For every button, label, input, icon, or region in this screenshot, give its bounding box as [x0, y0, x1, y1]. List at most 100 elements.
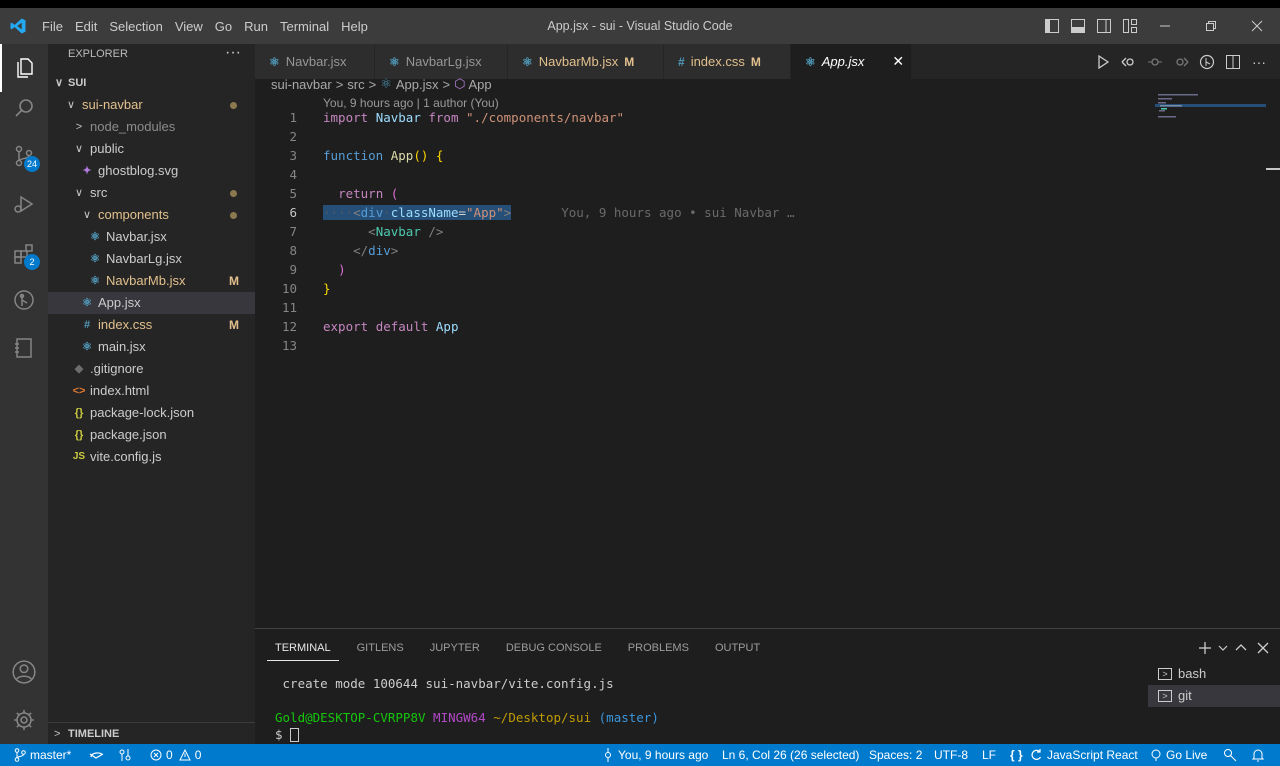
- tab-debug-console[interactable]: DEBUG CONSOLE: [498, 639, 610, 661]
- extensions-icon[interactable]: 2: [0, 230, 48, 278]
- breadcrumb-item[interactable]: sui-navbar: [271, 77, 332, 92]
- chevron-down-icon[interactable]: [1216, 637, 1230, 659]
- toggle-sidebar-icon[interactable]: [1040, 14, 1064, 38]
- split-editor-icon[interactable]: [1220, 49, 1246, 75]
- previous-revision-icon[interactable]: [1142, 49, 1168, 75]
- breadcrumb-item[interactable]: App.jsx: [396, 77, 439, 92]
- breadcrumb-item[interactable]: src: [347, 77, 364, 92]
- file-navbarmb-jsx[interactable]: ⚛ NavbarMb.jsx M: [48, 270, 255, 292]
- language-mode[interactable]: JavaScript React: [1030, 744, 1138, 766]
- file-vite-config-js[interactable]: JS vite.config.js: [48, 446, 255, 468]
- open-changes-icon[interactable]: [1116, 49, 1142, 75]
- blame-status[interactable]: You, 9 hours ago: [603, 744, 708, 766]
- tab-problems[interactable]: PROBLEMS: [620, 639, 697, 661]
- breadcrumb-item[interactable]: App: [468, 77, 491, 92]
- line-number: 11: [281, 300, 297, 315]
- close-panel-icon[interactable]: [1252, 637, 1274, 659]
- file-navbar-jsx[interactable]: ⚛ Navbar.jsx: [48, 226, 255, 248]
- editor-scrollbar[interactable]: [1266, 94, 1280, 628]
- extensions-badge: 2: [24, 254, 40, 270]
- menu-view[interactable]: View: [169, 19, 209, 34]
- remote-explorer-icon[interactable]: [0, 324, 48, 372]
- notifications-bell-icon[interactable]: [1251, 744, 1265, 766]
- new-terminal-icon[interactable]: [1194, 637, 1216, 659]
- file-app-jsx[interactable]: ⚛ App.jsx: [48, 292, 255, 314]
- file-tree: ∨ SUI ∨ sui-navbar > node_modules ∨ publ…: [48, 72, 255, 468]
- feedback-icon[interactable]: [1223, 744, 1237, 766]
- next-revision-icon[interactable]: [1168, 49, 1194, 75]
- settings-gear-icon[interactable]: [0, 696, 48, 744]
- file-navbarlg-jsx[interactable]: ⚛ NavbarLg.jsx: [48, 248, 255, 270]
- js-icon: JS: [72, 451, 86, 462]
- menu-file[interactable]: File: [36, 19, 69, 34]
- minimap[interactable]: [1155, 94, 1266, 118]
- braces-icon[interactable]: { }: [1010, 744, 1023, 766]
- run-file-icon[interactable]: [1090, 49, 1116, 75]
- maximize-panel-icon[interactable]: [1230, 637, 1252, 659]
- menu-terminal[interactable]: Terminal: [274, 19, 335, 34]
- close-tab-icon[interactable]: ✕: [892, 53, 904, 70]
- file-package-json[interactable]: {} package.json: [48, 424, 255, 446]
- menu-go[interactable]: Go: [209, 19, 238, 34]
- cursor-position[interactable]: Ln 6, Col 26 (26 selected): [722, 744, 859, 766]
- search-icon[interactable]: [0, 84, 48, 132]
- menu-run[interactable]: Run: [238, 19, 274, 34]
- react-icon: ⚛: [90, 231, 100, 243]
- source-control-icon[interactable]: 24: [0, 132, 48, 180]
- timeline-section[interactable]: > TIMELINE: [48, 722, 255, 744]
- file-main-jsx[interactable]: ⚛ main.jsx: [48, 336, 255, 358]
- more-actions-icon[interactable]: ···: [1246, 49, 1272, 75]
- folder-public[interactable]: ∨ public: [48, 138, 255, 160]
- encoding[interactable]: UTF-8: [934, 744, 968, 766]
- git-branch-icon: [14, 748, 26, 762]
- tab-terminal[interactable]: TERMINAL: [267, 639, 339, 661]
- gitlens-icon[interactable]: [0, 276, 48, 324]
- folder-src[interactable]: ∨ src: [48, 182, 255, 204]
- menu-edit[interactable]: Edit: [69, 19, 103, 34]
- tab-gitlens[interactable]: GITLENS: [349, 639, 412, 661]
- menu-selection[interactable]: Selection: [103, 19, 168, 34]
- customize-layout-icon[interactable]: [1118, 14, 1142, 38]
- react-icon: ⚛: [389, 54, 400, 69]
- tab-output[interactable]: OUTPUT: [707, 639, 768, 661]
- tab-jupyter[interactable]: JUPYTER: [422, 639, 488, 661]
- folder-sui-navbar[interactable]: ∨ sui-navbar: [48, 94, 255, 116]
- file-ghostblog-svg[interactable]: ✦ ghostblog.svg: [48, 160, 255, 182]
- live-share-icon[interactable]: [118, 744, 132, 766]
- codelens-blame[interactable]: You, 9 hours ago | 1 author (You): [323, 96, 499, 110]
- menu-help[interactable]: Help: [335, 19, 374, 34]
- go-live-button[interactable]: Go Live: [1150, 744, 1207, 766]
- react-icon: ⚛: [90, 275, 100, 287]
- minimize-icon[interactable]: [1142, 8, 1188, 44]
- run-debug-icon[interactable]: [0, 180, 48, 228]
- tab-navbarmb-jsx[interactable]: ⚛ NavbarMb.jsx M: [508, 44, 664, 79]
- indentation[interactable]: Spaces: 2: [869, 744, 922, 766]
- folder-node-modules[interactable]: > node_modules: [48, 116, 255, 138]
- folder-components[interactable]: ∨ components: [48, 204, 255, 226]
- chevron-down-icon: ∨: [66, 99, 76, 111]
- gitlens-inspect-icon[interactable]: [1194, 49, 1220, 75]
- branch-indicator[interactable]: master*: [14, 744, 71, 766]
- toggle-secondary-sidebar-icon[interactable]: [1092, 14, 1116, 38]
- sync-icon[interactable]: [89, 744, 105, 766]
- terminal-session-bash[interactable]: > bash: [1148, 663, 1280, 685]
- line-number: 10: [281, 281, 297, 296]
- workspace-root[interactable]: ∨ SUI: [48, 72, 255, 94]
- tab-index-css[interactable]: # index.css M: [664, 44, 791, 79]
- restore-icon[interactable]: [1188, 8, 1234, 44]
- file-gitignore[interactable]: ◆ .gitignore: [48, 358, 255, 380]
- file-index-html[interactable]: <> index.html: [48, 380, 255, 402]
- close-window-icon[interactable]: [1234, 8, 1280, 44]
- line-number: 2: [289, 129, 297, 144]
- more-actions-icon[interactable]: ···: [225, 44, 241, 62]
- status-bar: master* 0 0 You, 9 hours ago Ln 6, Col 2…: [0, 744, 1280, 766]
- accounts-icon[interactable]: [0, 648, 48, 696]
- tab-app-jsx[interactable]: ⚛ App.jsx ✕: [791, 44, 912, 79]
- terminal-input-line[interactable]: $: [275, 727, 300, 742]
- problems-indicator[interactable]: 0 0: [150, 744, 201, 766]
- file-index-css[interactable]: # index.css M: [48, 314, 255, 336]
- end-of-line[interactable]: LF: [982, 744, 996, 766]
- terminal-session-git[interactable]: > git: [1148, 685, 1280, 707]
- file-package-lock-json[interactable]: {} package-lock.json: [48, 402, 255, 424]
- toggle-panel-icon[interactable]: [1066, 14, 1090, 38]
